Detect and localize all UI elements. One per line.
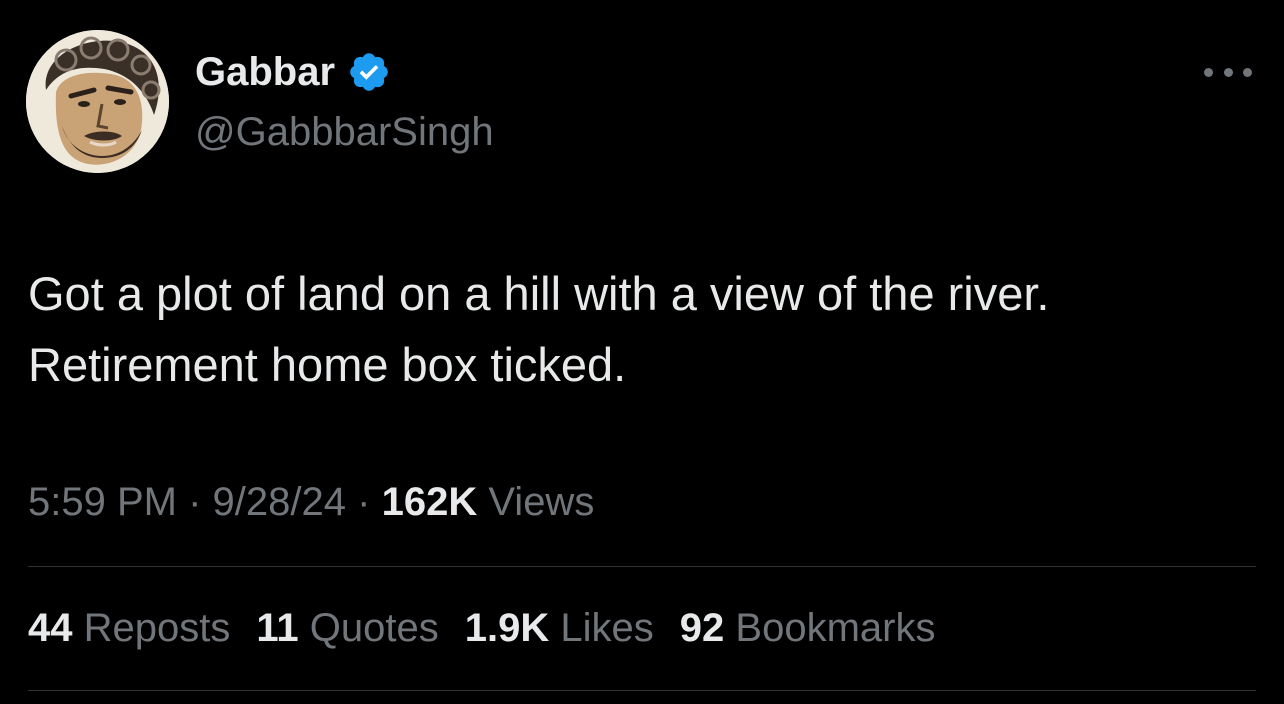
tweet-text-line: Retirement home box ticked. [28,338,627,391]
reposts-label: Reposts [83,606,231,650]
views-count: 162K [381,480,478,524]
author-handle[interactable]: @GabbbarSingh [195,110,494,154]
verified-badge-icon[interactable] [347,50,391,94]
divider [28,566,1256,567]
tweet-text: Got a plot of land on a hill with a view… [28,258,1258,400]
quotes-stat[interactable]: 11 Quotes [256,604,438,652]
likes-stat[interactable]: 1.9K Likes [465,604,654,652]
likes-label: Likes [560,606,654,650]
tweet-time[interactable]: 5:59 PM [28,480,177,524]
likes-count: 1.9K [464,606,550,650]
more-options-icon[interactable] [1204,62,1252,82]
tweet-meta: 5:59 PM · 9/28/24 · 162K Views [28,478,594,526]
avatar-caricature [26,30,169,173]
bookmarks-stat[interactable]: 92 Bookmarks [680,604,936,652]
divider [28,690,1256,691]
author-display-name[interactable]: Gabbar [195,50,335,94]
quotes-label: Quotes [309,606,439,650]
author-display-name-row[interactable]: Gabbar [195,50,391,94]
meta-separator: · [357,480,371,524]
reposts-count: 44 [28,606,73,650]
more-dot [1223,67,1233,77]
bookmarks-label: Bookmarks [735,606,936,650]
tweet-text-line: Got a plot of land on a hill with a view… [28,267,1050,320]
engagement-stats: 44 Reposts 11 Quotes 1.9K Likes 92 Bookm… [28,604,961,652]
meta-separator: · [188,480,202,524]
views-label: Views [488,480,595,524]
quotes-count: 11 [256,606,299,650]
avatar[interactable] [26,30,169,173]
bookmarks-count: 92 [679,606,725,650]
more-dot [1243,67,1252,77]
tweet-date[interactable]: 9/28/24 [213,480,346,524]
reposts-stat[interactable]: 44 Reposts [28,604,230,652]
more-dot [1204,67,1213,77]
